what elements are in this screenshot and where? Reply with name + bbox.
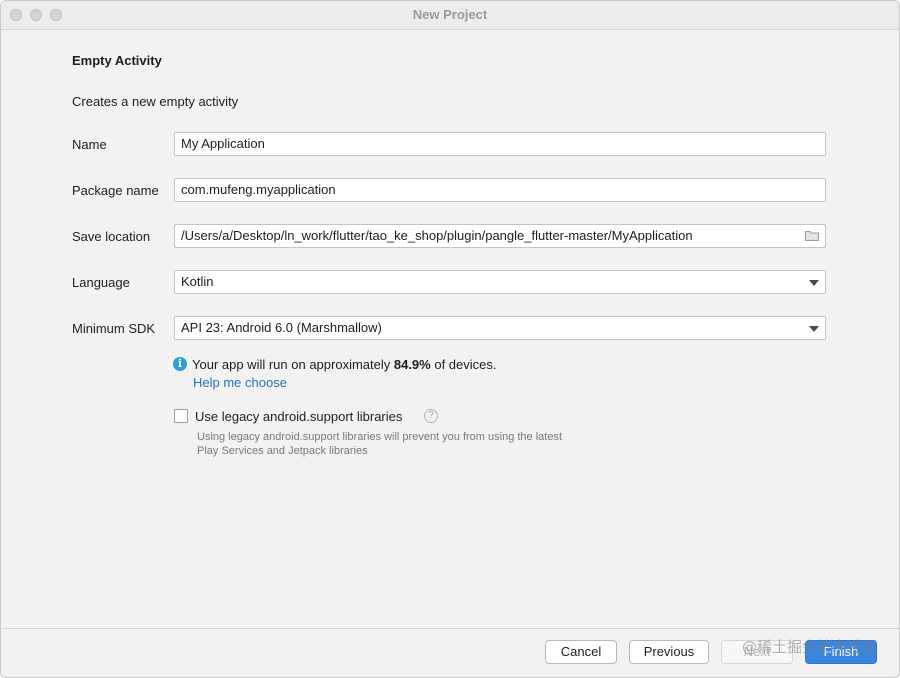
name-field[interactable]: My Application [174,132,826,156]
new-project-window: New Project Empty Activity Creates a new… [0,0,900,678]
package-name-label: Package name [72,183,159,198]
language-label: Language [72,275,130,290]
window-title: New Project [412,7,488,22]
folder-icon[interactable] [805,230,819,241]
chevron-down-icon [809,280,819,286]
save-location-field[interactable]: /Users/a/Desktop/ln_work/flutter/tao_ke_… [174,224,826,248]
coverage-percent: 84.9% [393,357,431,372]
template-description: Creates a new empty activity [72,94,239,109]
language-select[interactable]: Kotlin [174,270,826,294]
previous-button[interactable]: Previous [629,640,709,664]
legacy-support-checkbox[interactable] [174,409,188,423]
info-icon: i [173,357,187,371]
device-coverage-text: Your app will run on approximately 84.9%… [192,357,497,372]
help-me-choose-link[interactable]: Help me choose [193,375,287,390]
legacy-support-description: Using legacy android.support libraries w… [197,431,563,457]
form-content: Empty Activity Creates a new empty activ… [1,30,899,629]
package-name-field[interactable]: com.mufeng.myapplication [174,178,826,202]
name-field-value: My Application [181,136,265,151]
cancel-button[interactable]: Cancel [545,640,617,664]
save-location-field-value: /Users/a/Desktop/ln_work/flutter/tao_ke_… [181,228,693,243]
title-bar: New Project [1,1,899,30]
dialog-footer: Cancel Previous Next Finish @稀土掘金技术社区 [1,628,899,677]
language-select-value: Kotlin [181,274,214,289]
coverage-prefix: Your app will run on approximately [192,357,394,372]
legacy-support-label[interactable]: Use legacy android.support libraries [195,409,402,424]
save-location-label: Save location [72,229,151,244]
question-icon[interactable]: ? [424,409,438,423]
coverage-suffix: of devices. [430,357,497,372]
minimum-sdk-label: Minimum SDK [72,321,156,336]
minimum-sdk-select-value: API 23: Android 6.0 (Marshmallow) [181,320,382,335]
watermark: @稀土掘金技术社区 [741,638,877,656]
template-heading: Empty Activity [72,53,162,68]
minimum-sdk-select[interactable]: API 23: Android 6.0 (Marshmallow) [174,316,826,340]
chevron-down-icon [809,326,819,332]
package-name-field-value: com.mufeng.myapplication [181,182,336,197]
name-label: Name [72,137,107,152]
